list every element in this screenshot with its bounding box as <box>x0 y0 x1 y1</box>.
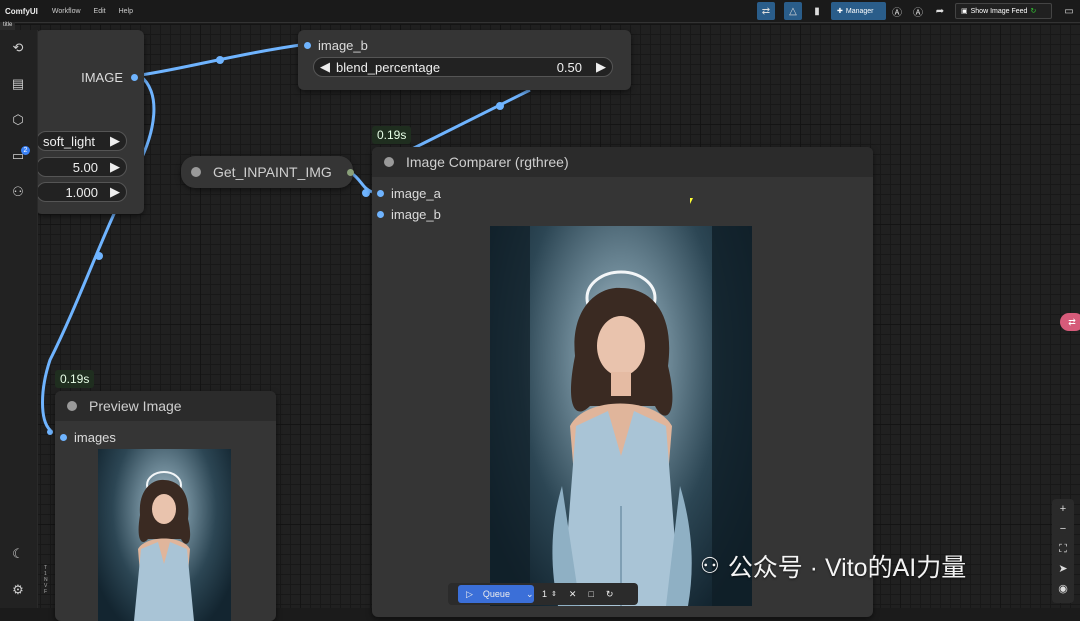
workflow-tab[interactable]: title <box>0 22 16 30</box>
top-menu-bar: ComfyUI Workflow Edit Help ⇄ △ ▮ ✚ Manag… <box>0 0 1080 23</box>
play-icon: ▷ <box>466 588 473 599</box>
input-dot[interactable] <box>377 211 384 218</box>
app-brand[interactable]: ComfyUI <box>5 7 38 16</box>
arrow-right-icon[interactable]: ▶ <box>596 59 606 75</box>
node-collapse-dot[interactable] <box>191 167 201 177</box>
input-slot-image-b[interactable]: image_b <box>304 38 368 53</box>
theme-moon-icon[interactable]: ☾ <box>10 546 26 562</box>
toggle-links-icon[interactable]: ◉ <box>1052 579 1074 599</box>
zoom-out-icon[interactable]: − <box>1052 519 1074 539</box>
translate-icon[interactable]: ⇄ <box>757 2 775 20</box>
input-label-images: images <box>74 430 116 445</box>
manager-label: Manager <box>845 7 874 15</box>
queue-toolbar: ▷ Queue ⌄ 1 ⇕ ✕ □ ↻ <box>448 583 638 605</box>
show-image-feed-label: Show Image Feed <box>970 7 1028 15</box>
input-label-image-b: image_b <box>391 207 441 222</box>
queue-button[interactable]: ▷ Queue ⌄ <box>458 585 534 603</box>
pointer-mode-icon[interactable]: ➤ <box>1052 559 1074 579</box>
get-node-title: Get_INPAINT_IMG <box>213 164 332 180</box>
watermark: ⚇ 公众号 · Vito的AI力量 <box>700 548 966 584</box>
puzzle-icon: ✚ <box>837 8 843 15</box>
bookmark-icon[interactable]: ▮ <box>808 2 826 20</box>
queue-list-icon[interactable]: ▤ <box>10 76 26 92</box>
menu-help[interactable]: Help <box>119 8 133 15</box>
queue-count-input[interactable]: 1 <box>542 589 547 599</box>
get-node-output-dot[interactable] <box>347 169 354 176</box>
watermark-text: 公众号 · Vito的AI力量 <box>727 554 967 582</box>
refresh-green-icon: ↻ <box>1030 8 1037 15</box>
stop-icon[interactable]: □ <box>588 589 593 599</box>
history-icon[interactable]: ⟲ <box>10 40 26 56</box>
preview-image-node[interactable]: Preview Image images <box>55 391 276 621</box>
output-label-image: IMAGE <box>81 70 123 85</box>
blend-percentage-value: 0.50 <box>556 59 582 75</box>
left-sidebar: ⟲ ▤ ⬡ ▭ 2 ⚇ ☾ ⚙ <box>0 30 38 608</box>
preview-timing-badge: 0.19s <box>55 370 95 388</box>
blend-percentage-widget[interactable]: ◀ blend_percentage 0.50 ▶ <box>313 57 613 77</box>
debug-info-text: T1NVF <box>44 565 48 595</box>
mouse-cursor <box>690 198 693 204</box>
strength-value: 5.00 <box>72 159 98 175</box>
partial-blend-node-left[interactable]: IMAGE soft_light ▶ 5.00 ▶ 1.000 ▶ <box>36 30 144 214</box>
model-b-icon[interactable]: Ⓐ <box>909 2 927 20</box>
input-slot-image-b[interactable]: image_b <box>377 207 441 222</box>
arrow-left-icon[interactable]: ◀ <box>320 59 330 75</box>
input-dot[interactable] <box>60 434 67 441</box>
blend-mode-widget[interactable]: soft_light ▶ <box>36 131 127 151</box>
arrow-right-icon: ▶ <box>110 159 120 174</box>
input-label-image-b: image_b <box>318 38 368 53</box>
panel-toggle-icon[interactable]: ▭ <box>1060 2 1078 20</box>
show-image-feed-button[interactable]: ▣ Show Image Feed ↻ <box>955 3 1052 19</box>
input-dot[interactable] <box>304 42 311 49</box>
translate-floating-icon[interactable]: ⇄ <box>1060 313 1080 331</box>
cancel-icon[interactable]: ✕ <box>569 589 577 600</box>
model-a-icon[interactable]: Ⓐ <box>888 2 906 20</box>
ratio-value: 1.000 <box>65 184 98 200</box>
output-dot[interactable] <box>131 74 138 81</box>
comparer-timing-badge: 0.19s <box>372 126 412 144</box>
input-slot-image-a[interactable]: image_a <box>377 186 441 201</box>
input-dot[interactable] <box>377 190 384 197</box>
image-comparer-node[interactable]: Image Comparer (rgthree) image_a image_b <box>372 147 873 617</box>
input-slot-images[interactable]: images <box>60 430 116 445</box>
preview-image[interactable] <box>98 449 231 621</box>
node-library-icon[interactable]: ⚇ <box>10 184 26 200</box>
share-icon[interactable]: ➦ <box>931 2 949 20</box>
zoom-in-icon[interactable]: + <box>1052 499 1074 519</box>
model-cube-icon[interactable]: ⬡ <box>10 112 26 128</box>
menu-edit[interactable]: Edit <box>94 8 106 15</box>
manager-button[interactable]: ✚ Manager <box>831 2 886 20</box>
comparer-title-bar[interactable]: Image Comparer (rgthree) <box>372 147 873 177</box>
fit-view-icon[interactable]: ⛶ <box>1052 539 1074 559</box>
chevron-down-icon[interactable]: ⌄ <box>526 589 534 600</box>
node-collapse-dot[interactable] <box>384 157 394 167</box>
ratio-widget[interactable]: 1.000 ▶ <box>36 182 127 202</box>
preview-title-bar[interactable]: Preview Image <box>55 391 276 421</box>
input-label-image-a: image_a <box>391 186 441 201</box>
image-tool-icon[interactable]: △ <box>784 2 802 20</box>
comparer-title: Image Comparer (rgthree) <box>406 154 569 170</box>
node-collapse-dot[interactable] <box>67 401 77 411</box>
get-inpaint-img-node[interactable]: Get_INPAINT_IMG <box>181 156 354 188</box>
menu-workflow[interactable]: Workflow <box>52 8 81 15</box>
folder-badge: 2 <box>21 146 30 155</box>
arrow-right-icon: ▶ <box>110 133 120 148</box>
partial-blend-node-top[interactable]: image_b ◀ blend_percentage 0.50 ▶ <box>298 30 631 90</box>
preview-title: Preview Image <box>89 398 182 414</box>
portrait-thumbnail <box>134 471 194 621</box>
wechat-logo-icon: ⚇ <box>700 553 720 578</box>
blend-percentage-label: blend_percentage <box>336 59 441 75</box>
output-slot-image[interactable]: IMAGE <box>81 70 138 85</box>
count-stepper-icon[interactable]: ⇕ <box>551 590 557 598</box>
canvas-zoom-controls: + − ⛶ ➤ ◉ <box>1052 499 1074 603</box>
blend-mode-value: soft_light <box>43 133 96 149</box>
queue-label: Queue <box>482 589 510 599</box>
strength-widget[interactable]: 5.00 ▶ <box>36 157 127 177</box>
settings-gear-icon[interactable]: ⚙ <box>10 582 26 598</box>
image-feed-icon: ▣ <box>961 8 968 15</box>
refresh-icon[interactable]: ↻ <box>606 589 614 600</box>
arrow-right-icon: ▶ <box>110 184 120 199</box>
